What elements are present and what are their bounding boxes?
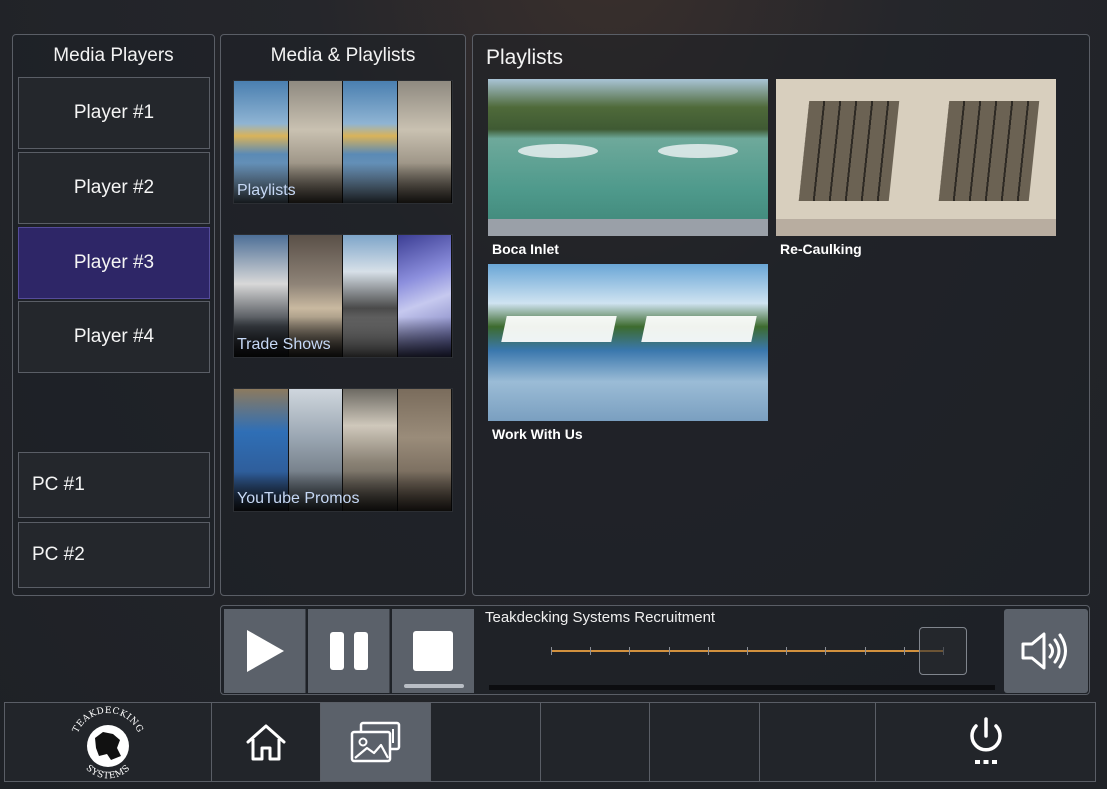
playlist-item-work-with-us[interactable]: Work With Us bbox=[488, 264, 768, 442]
power-button[interactable] bbox=[876, 702, 1096, 782]
seek-tick bbox=[551, 647, 552, 655]
playlist-item-label: Boca Inlet bbox=[492, 241, 559, 257]
player-4-button[interactable]: Player #4 bbox=[18, 301, 210, 373]
logo-cell: TEAKDECKING SYSTEMS bbox=[4, 702, 212, 782]
playlist-item-label: Re-Caulking bbox=[780, 241, 862, 257]
seek-tick bbox=[903, 647, 905, 655]
media-players-panel: Media Players Player #1 Player #2 Player… bbox=[12, 34, 215, 596]
media-tile-youtube-promos[interactable]: YouTube Promos bbox=[233, 388, 453, 512]
stop-icon bbox=[413, 631, 453, 671]
stop-indicator bbox=[404, 684, 464, 688]
seek-handle[interactable] bbox=[919, 627, 967, 675]
playlist-item-re-caulking[interactable]: Re-Caulking bbox=[776, 79, 1056, 257]
media-playlists-title: Media & Playlists bbox=[270, 45, 416, 66]
power-icon bbox=[969, 717, 1002, 764]
playlist-item-boca-inlet[interactable]: Boca Inlet bbox=[488, 79, 768, 257]
pc-1-button[interactable]: PC #1 bbox=[18, 452, 210, 518]
nav-empty-4 bbox=[760, 702, 876, 782]
media-tile-playlists[interactable]: Playlists bbox=[233, 80, 453, 204]
media-tile-label: Playlists bbox=[237, 182, 296, 199]
bottom-navbar: TEAKDECKING SYSTEMS bbox=[4, 702, 1096, 782]
seek-tick bbox=[786, 647, 788, 655]
speaker-icon bbox=[1021, 632, 1067, 670]
seek-tick bbox=[825, 647, 827, 655]
media-playlists-panel: Media & Playlists Playlists Trade Shows … bbox=[220, 34, 466, 596]
media-players-title: Media Players bbox=[53, 45, 174, 66]
teakdecking-logo: TEAKDECKING SYSTEMS bbox=[71, 706, 144, 780]
pause-button[interactable] bbox=[308, 609, 390, 693]
work-with-us-thumbnail bbox=[488, 264, 768, 421]
home-icon bbox=[246, 724, 286, 761]
playlists-title: Playlists bbox=[486, 46, 564, 69]
boca-inlet-thumbnail bbox=[488, 79, 768, 236]
seek-slider[interactable] bbox=[551, 647, 944, 655]
nav-empty-3 bbox=[650, 702, 760, 782]
media-button[interactable] bbox=[321, 702, 431, 782]
volume-button[interactable] bbox=[1004, 609, 1088, 693]
progress-track bbox=[489, 685, 995, 690]
playlists-panel: Playlists Boca Inlet Re-Caulking Work Wi… bbox=[472, 34, 1090, 596]
transport-bar: Teakdecking Systems Recruitment bbox=[220, 605, 1090, 695]
track-title: Teakdecking Systems Recruitment bbox=[485, 609, 716, 626]
player-1-button[interactable]: Player #1 bbox=[18, 77, 210, 149]
seek-tick bbox=[864, 647, 866, 655]
media-tile-trade-shows[interactable]: Trade Shows bbox=[233, 234, 453, 358]
pc-2-button[interactable]: PC #2 bbox=[18, 522, 210, 588]
seek-tick bbox=[747, 647, 748, 655]
nav-empty-1 bbox=[431, 702, 541, 782]
nav-empty-2 bbox=[541, 702, 650, 782]
seek-tick bbox=[590, 647, 592, 655]
seek-tick bbox=[668, 647, 670, 655]
pause-icon bbox=[329, 632, 368, 670]
stop-button[interactable] bbox=[392, 609, 474, 693]
home-button[interactable] bbox=[212, 702, 321, 782]
seek-tick bbox=[707, 647, 709, 655]
media-tile-label: Trade Shows bbox=[237, 336, 331, 353]
media-tile-label: YouTube Promos bbox=[237, 490, 360, 507]
seek-tick bbox=[629, 647, 631, 655]
playlist-item-label: Work With Us bbox=[492, 426, 583, 442]
player-3-button[interactable]: Player #3 bbox=[18, 227, 210, 299]
media-gallery-icon bbox=[350, 721, 400, 763]
play-icon bbox=[246, 630, 284, 672]
play-button[interactable] bbox=[224, 609, 306, 693]
re-caulking-thumbnail bbox=[776, 79, 1056, 236]
player-2-button[interactable]: Player #2 bbox=[18, 152, 210, 224]
